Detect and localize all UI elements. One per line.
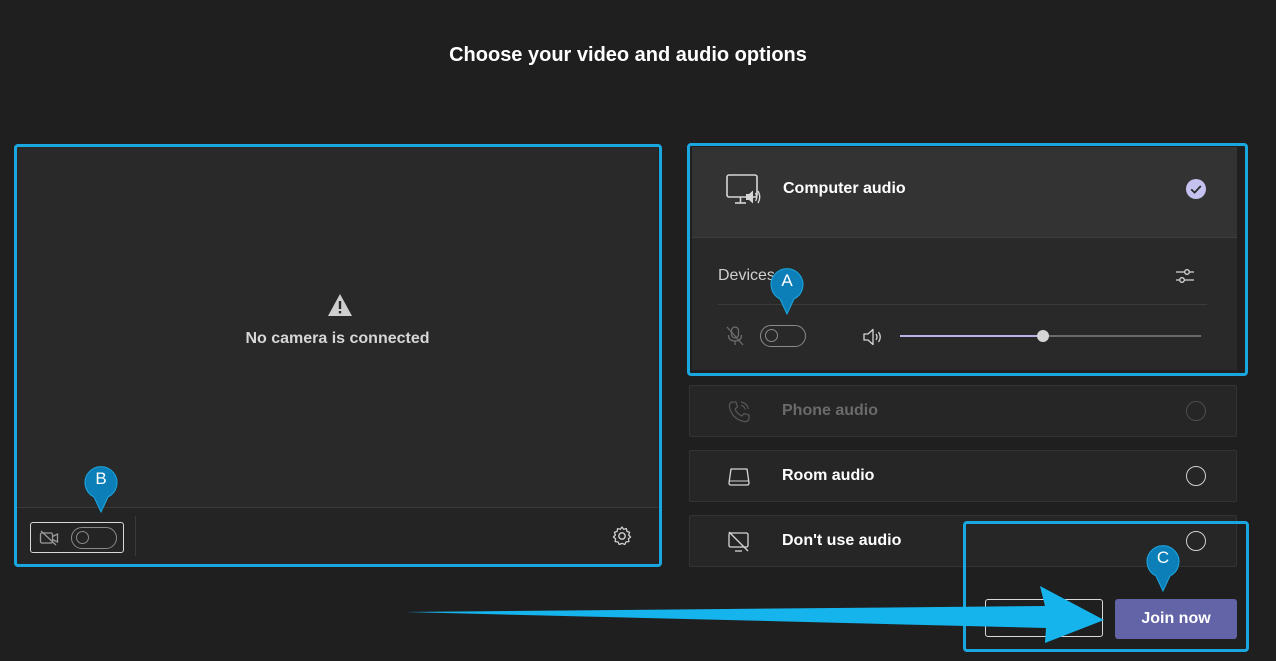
devices-label: Devices — [718, 267, 775, 284]
computer-audio-panel: Computer audio Devices — [692, 147, 1237, 370]
mic-toggle-switch[interactable] — [760, 325, 806, 347]
phone-audio-option[interactable]: Phone audio — [689, 385, 1237, 437]
no-audio-icon — [728, 531, 749, 552]
phone-icon — [728, 401, 750, 423]
video-toolbar — [17, 507, 658, 564]
toggle-knob — [765, 329, 778, 342]
volume-slider-thumb[interactable] — [1036, 330, 1049, 342]
computer-audio-label: Computer audio — [783, 180, 906, 197]
camera-toggle-switch[interactable] — [71, 527, 117, 549]
room-icon — [728, 468, 750, 486]
mic-off-icon — [726, 326, 744, 346]
no-audio-radio[interactable] — [1186, 531, 1206, 551]
warning-icon — [328, 294, 352, 316]
computer-audio-option[interactable]: Computer audio — [692, 147, 1237, 238]
room-audio-option[interactable]: Room audio — [689, 450, 1237, 502]
marker-label: B — [95, 469, 107, 488]
annotation-marker-b: B — [83, 464, 119, 514]
toggle-knob — [76, 531, 89, 544]
gear-icon[interactable] — [611, 525, 633, 547]
camera-off-icon — [39, 530, 59, 546]
toolbar-divider — [135, 516, 136, 556]
marker-label: A — [781, 271, 793, 290]
no-audio-label: Don't use audio — [782, 532, 902, 549]
speaker-icon — [863, 328, 881, 346]
cancel-button[interactable] — [985, 599, 1103, 637]
no-camera-message: No camera is connected — [245, 330, 430, 347]
room-audio-label: Room audio — [782, 467, 875, 484]
page-title: Choose your video and audio options — [449, 44, 807, 66]
camera-toggle-group[interactable] — [30, 522, 124, 553]
annotation-marker-a: A — [769, 266, 805, 316]
room-audio-radio[interactable] — [1186, 466, 1206, 486]
volume-slider-fill — [900, 335, 1043, 337]
phone-audio-label: Phone audio — [782, 402, 878, 419]
sliders-icon[interactable] — [1174, 265, 1196, 287]
phone-audio-radio[interactable] — [1186, 401, 1206, 421]
join-now-button[interactable]: Join now — [1115, 599, 1237, 639]
marker-label: C — [1156, 548, 1170, 567]
check-circle-icon — [1186, 179, 1206, 199]
annotation-marker-c: C — [1145, 543, 1181, 593]
volume-slider[interactable] — [900, 330, 1201, 342]
computer-speaker-icon — [726, 174, 761, 204]
